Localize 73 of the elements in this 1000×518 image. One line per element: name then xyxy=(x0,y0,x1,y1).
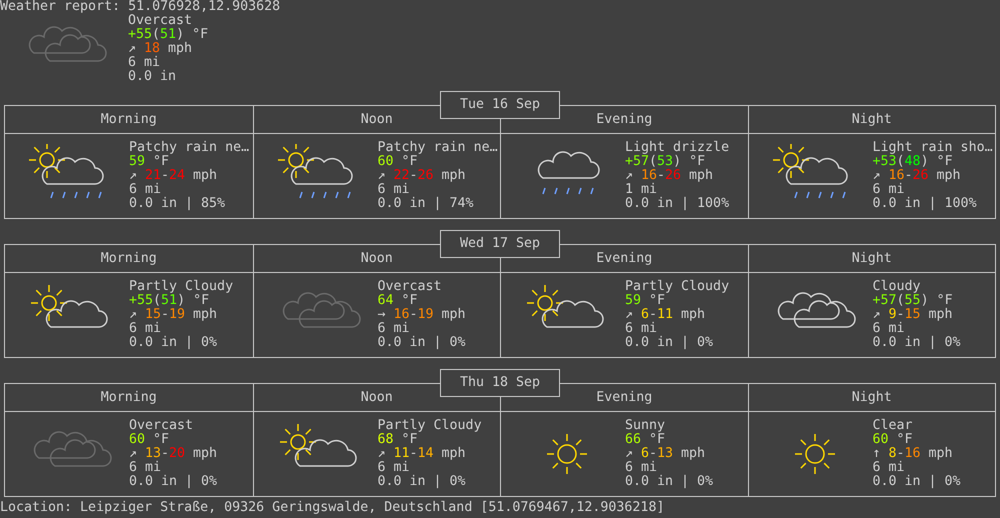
visibility: 6 mi xyxy=(378,461,410,475)
visibility: 6 mi xyxy=(872,183,905,197)
visibility: 1 mi xyxy=(625,183,658,197)
period-header: Night xyxy=(748,106,995,134)
wind: ↗ 16-26 mph xyxy=(872,169,961,183)
condition: Sunny xyxy=(625,419,666,433)
temperature: +55(51) °F xyxy=(129,294,210,308)
precipitation: 0.0 in xyxy=(128,70,176,84)
visibility: 6 mi xyxy=(378,183,410,197)
temperature: 68 °F xyxy=(378,433,418,447)
temperature: 60 °F xyxy=(129,433,170,447)
precipitation: 0.0 in | 0% xyxy=(129,475,218,489)
temperature: +53(48) °F xyxy=(872,155,953,169)
period-header: Morning xyxy=(5,106,252,134)
condition: Clear xyxy=(872,419,913,433)
report-title: Weather report: 51.076928,12.903628 xyxy=(0,0,280,14)
precipitation: 0.0 in | 0% xyxy=(129,336,218,350)
temperature: 59 °F xyxy=(129,155,170,169)
condition: Partly Cloudy xyxy=(129,280,234,294)
wind: ↗ 6-13 mph xyxy=(625,447,706,461)
precipitation: 0.0 in | 0% xyxy=(378,475,466,489)
visibility: 6 mi xyxy=(378,322,410,336)
wind: ↗ 15-19 mph xyxy=(129,308,218,322)
condition: Overcast xyxy=(378,280,442,294)
visibility: 6 mi xyxy=(129,461,162,475)
condition: Partly Cloudy xyxy=(625,280,730,294)
temperature: 59 °F xyxy=(625,294,666,308)
period-header: Night xyxy=(748,384,995,412)
period-header: Morning xyxy=(5,245,252,273)
precipitation: 0.0 in | 0% xyxy=(625,475,714,489)
wind: ↑ 8-16 mph xyxy=(872,447,953,461)
precipitation: 0.0 in | 85% xyxy=(129,197,226,211)
temperature: +57(53) °F xyxy=(625,155,706,169)
visibility: 6 mi xyxy=(129,183,162,197)
visibility: 6 mi xyxy=(872,322,905,336)
temperature: 66 °F xyxy=(625,433,666,447)
wind: ↗ 18 mph xyxy=(128,42,192,56)
temperature: 60 °F xyxy=(872,433,913,447)
visibility: 6 mi xyxy=(128,56,160,70)
visibility: 6 mi xyxy=(625,322,658,336)
visibility: 6 mi xyxy=(129,322,162,336)
period-header: Morning xyxy=(5,384,252,412)
temperature: +57(55) °F xyxy=(872,294,953,308)
condition: Cloudy xyxy=(872,280,921,294)
condition: Patchy rain ne… xyxy=(129,141,250,155)
visibility: 6 mi xyxy=(872,461,905,475)
temperature: +55(51) °F xyxy=(128,28,208,42)
temperature: 60 °F xyxy=(378,155,418,169)
period-header: Night xyxy=(748,245,995,273)
condition: Patchy rain ne… xyxy=(378,141,498,155)
precipitation: 0.0 in | 100% xyxy=(872,197,977,211)
precipitation: 0.0 in | 0% xyxy=(872,336,961,350)
precipitation: 0.0 in | 0% xyxy=(378,336,466,350)
wind: ↗ 6-11 mph xyxy=(625,308,706,322)
condition: Light rain sho… xyxy=(872,141,993,155)
precipitation: 0.0 in | 74% xyxy=(378,197,474,211)
precipitation: 0.0 in | 0% xyxy=(872,475,961,489)
condition: Light drizzle xyxy=(625,141,730,155)
condition: Partly Cloudy xyxy=(378,419,482,433)
wind: ↗ 21-24 mph xyxy=(129,169,218,183)
wind: ↗ 9-15 mph xyxy=(872,308,953,322)
precipitation: 0.0 in | 100% xyxy=(625,197,730,211)
wind: → 16-19 mph xyxy=(378,308,466,322)
wind: ↗ 13-20 mph xyxy=(129,447,218,461)
condition: Overcast xyxy=(128,14,192,28)
wind: ↗ 22-26 mph xyxy=(378,169,466,183)
precipitation: 0.0 in | 0% xyxy=(625,336,714,350)
wind: ↗ 16-26 mph xyxy=(625,169,714,183)
condition: Overcast xyxy=(129,419,194,433)
temperature: 64 °F xyxy=(378,294,418,308)
visibility: 6 mi xyxy=(625,461,658,475)
wind: ↗ 11-14 mph xyxy=(378,447,466,461)
location: Location: Leipziger Straße, 09326 Geringswalde, Deutschland [51.0769467,12.9036218] xyxy=(0,501,664,515)
